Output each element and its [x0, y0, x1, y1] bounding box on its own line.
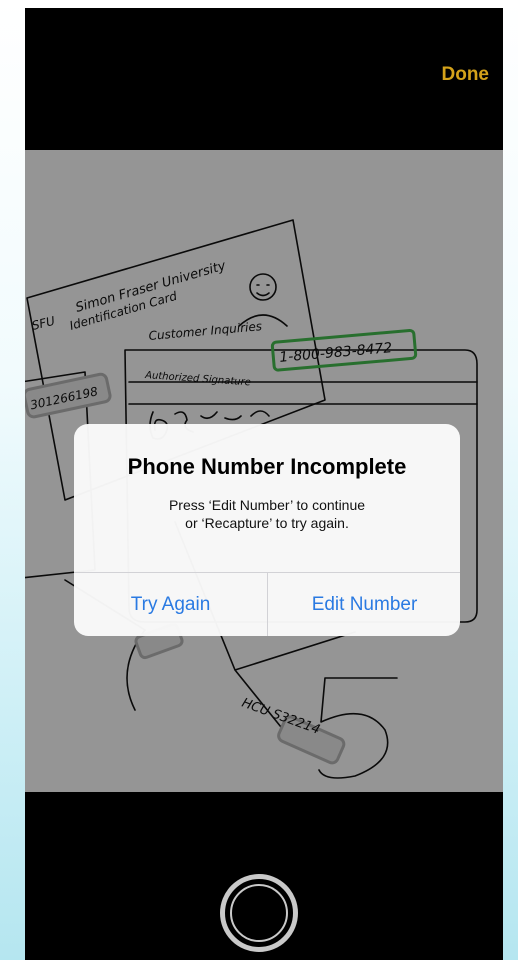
bottom-bar	[25, 792, 503, 960]
alert-message-line1: Press ‘Edit Number’ to continue	[168, 497, 366, 513]
top-bar: Done	[25, 8, 503, 150]
alert-message-line2: or ‘Recapture’ to try again.	[185, 515, 349, 531]
shutter-button[interactable]	[220, 874, 298, 952]
alert-title: Phone Number Incomplete	[127, 454, 407, 479]
phone-screen: Done SFU Simon Fraser University Identif…	[25, 8, 503, 960]
try-again-button[interactable]: Try Again	[74, 573, 267, 636]
alert-dialog: Phone Number Incomplete Press ‘Edit Numb…	[74, 424, 460, 636]
edit-number-button[interactable]: Edit Number	[268, 573, 460, 636]
alert-message: Press ‘Edit Number’ to continue or ‘Reca…	[94, 496, 440, 532]
done-button[interactable]: Done	[442, 64, 490, 86]
